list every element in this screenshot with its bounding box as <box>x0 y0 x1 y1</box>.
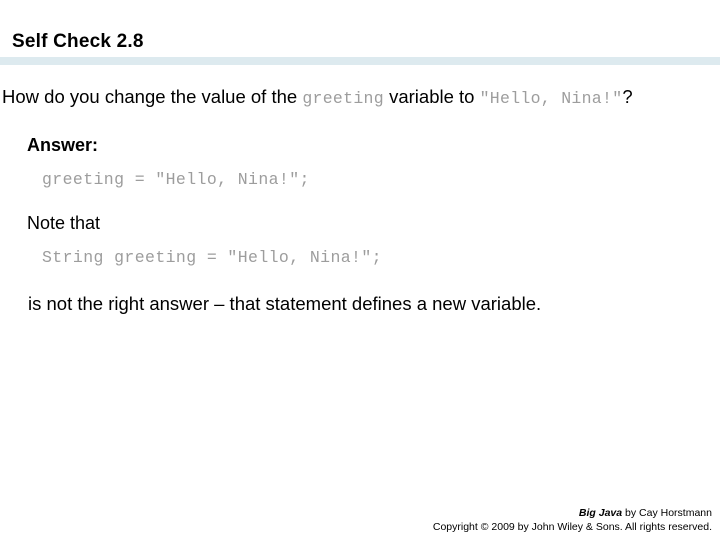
note-label: Note that <box>27 213 101 233</box>
answer-code-line: greeting = "Hello, Nina!"; <box>42 170 310 189</box>
question-text-tail: ? <box>622 86 633 107</box>
slide-footer: Big Java by Cay Horstmann Copyright © 20… <box>433 506 712 534</box>
inline-code-string: "Hello, Nina!" <box>479 89 623 108</box>
page-title: Self Check 2.8 <box>12 31 144 52</box>
question-paragraph: How do you change the value of the greet… <box>0 82 720 114</box>
inline-code-variable: greeting <box>302 89 384 108</box>
question-text-lead: How do you change the value of the <box>2 86 303 107</box>
closing-paragraph: is not the right answer – that statement… <box>28 293 542 314</box>
title-divider <box>0 57 720 65</box>
question-text-mid: variable to <box>383 86 480 107</box>
footer-attribution: Big Java by Cay Horstmann <box>433 506 712 520</box>
footer-copyright: Copyright © 2009 by John Wiley & Sons. A… <box>432 521 712 533</box>
footer-author: by Cay Horstmann <box>622 507 712 519</box>
slide-body: How do you change the value of the greet… <box>0 78 720 317</box>
note-code-line: String greeting = "Hello, Nina!"; <box>42 248 382 267</box>
footer-book-title: Big Java <box>578 507 623 519</box>
answer-label: Answer: <box>27 135 99 155</box>
slide-canvas: Self Check 2.8 How do you change the val… <box>0 0 720 540</box>
